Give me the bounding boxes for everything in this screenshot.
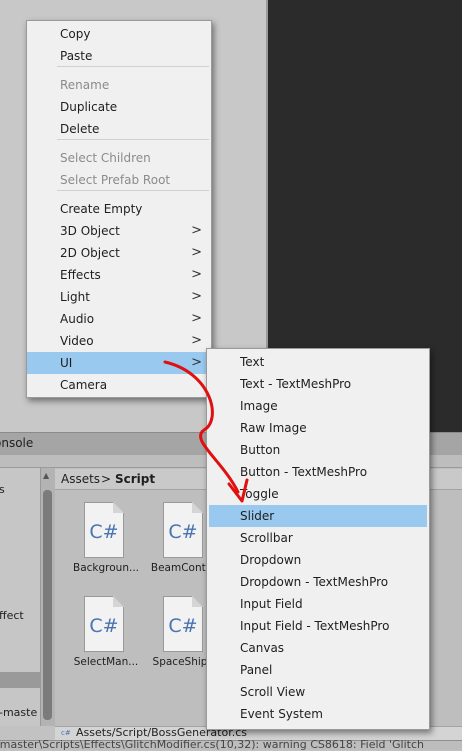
menu-item-paste[interactable]: Paste <box>27 45 211 67</box>
breadcrumb-script[interactable]: Script <box>115 472 155 486</box>
submenu-item-label: Slider <box>240 509 275 523</box>
submenu-item-text-textmeshpro[interactable]: Text - TextMeshPro <box>207 373 429 395</box>
chevron-right-icon: > <box>191 355 202 370</box>
submenu-item-text[interactable]: Text <box>207 351 429 373</box>
breadcrumb-separator: > <box>101 472 112 486</box>
chevron-right-icon: > <box>191 267 202 282</box>
menu-item-label: Paste <box>60 49 93 63</box>
menu-item-create-empty[interactable]: Create Empty <box>27 198 211 220</box>
scroll-up-icon[interactable]: ▲ <box>43 471 49 480</box>
menu-item-label: Audio <box>60 312 95 326</box>
folder-tree-selection <box>0 672 40 688</box>
ui-submenu: Text Text - TextMeshPro Image Raw Image Butt… <box>206 348 430 730</box>
csharp-script-icon: C# <box>84 596 124 652</box>
csharp-script-icon: C# <box>84 502 124 558</box>
submenu-item-image[interactable]: Image <box>207 395 429 417</box>
submenu-item-label: Panel <box>240 663 273 677</box>
tab-console[interactable]: onsole <box>0 436 33 450</box>
chevron-right-icon: > <box>191 289 202 304</box>
submenu-item-canvas[interactable]: Canvas <box>207 637 429 659</box>
folder-tree-item[interactable]: s <box>0 483 5 496</box>
asset-name: SelectMan... <box>73 656 139 668</box>
menu-item-label: Camera <box>60 378 108 392</box>
menu-item-label: Rename <box>60 78 110 92</box>
submenu-item-event-system[interactable]: Event System <box>207 703 429 725</box>
menu-item-label: Video <box>60 334 94 348</box>
submenu-item-label: Scroll View <box>240 685 306 699</box>
hierarchy-context-menu: Copy Paste Rename Duplicate Delete Select Chi… <box>26 20 212 398</box>
csharp-file-icon: c# <box>61 729 71 737</box>
menu-item-label: Delete <box>60 122 100 136</box>
menu-item-label: Copy <box>60 27 91 41</box>
menu-item-select-children[interactable]: Select Children <box>27 147 211 169</box>
menu-item-label: 2D Object <box>60 246 120 260</box>
menu-item-label: Duplicate <box>60 100 118 114</box>
asset-file[interactable]: C# SelectMan... <box>70 596 142 680</box>
console-status-message[interactable]: r-master\Scripts\Effects\GlitchModifier.… <box>0 738 424 751</box>
menu-item-label: Light <box>60 290 90 304</box>
asset-name: Backgroun... <box>73 562 139 574</box>
submenu-item-input-field-textmeshpro[interactable]: Input Field - TextMeshPro <box>207 615 429 637</box>
menu-item-label: 3D Object <box>60 224 120 238</box>
submenu-item-slider[interactable]: Slider <box>209 505 427 527</box>
menu-item-label: Create Empty <box>60 202 143 216</box>
menu-item-ui[interactable]: UI > <box>27 352 211 374</box>
submenu-item-label: Button - TextMeshPro <box>240 465 368 479</box>
menu-item-select-prefab-root[interactable]: Select Prefab Root <box>27 169 211 191</box>
menu-item-copy[interactable]: Copy <box>27 23 211 45</box>
submenu-item-button[interactable]: Button <box>207 439 429 461</box>
submenu-item-label: Event System <box>240 707 323 721</box>
menu-item-label: Select Prefab Root <box>60 173 171 187</box>
menu-item-label: UI <box>60 356 73 370</box>
menu-item-label: Select Children <box>60 151 151 165</box>
menu-item-delete[interactable]: Delete <box>27 118 211 140</box>
menu-item-rename[interactable]: Rename <box>27 74 211 96</box>
menu-item-video[interactable]: Video > <box>27 330 211 352</box>
submenu-item-label: Input Field - TextMeshPro <box>240 619 390 633</box>
chevron-right-icon: > <box>191 311 202 326</box>
breadcrumb-assets[interactable]: Assets <box>61 472 100 486</box>
submenu-item-label: Button <box>240 443 281 457</box>
menu-item-2d-object[interactable]: 2D Object > <box>27 242 211 264</box>
submenu-item-label: Dropdown - TextMeshPro <box>240 575 389 589</box>
submenu-item-dropdown-textmeshpro[interactable]: Dropdown - TextMeshPro <box>207 571 429 593</box>
menu-item-camera[interactable]: Camera <box>27 374 211 396</box>
scrollbar-thumb[interactable] <box>43 490 52 720</box>
submenu-item-label: Toggle <box>240 487 279 501</box>
folder-tree-item[interactable]: ffect <box>0 609 24 622</box>
menu-item-audio[interactable]: Audio > <box>27 308 211 330</box>
submenu-item-label: Dropdown <box>240 553 302 567</box>
submenu-item-label: Raw Image <box>240 421 307 435</box>
chevron-right-icon: > <box>191 245 202 260</box>
csharp-script-icon: C# <box>163 596 203 652</box>
menu-item-label: Effects <box>60 268 101 282</box>
menu-item-3d-object[interactable]: 3D Object > <box>27 220 211 242</box>
menu-item-duplicate[interactable]: Duplicate <box>27 96 211 118</box>
submenu-item-scroll-view[interactable]: Scroll View <box>207 681 429 703</box>
submenu-item-button-textmeshpro[interactable]: Button - TextMeshPro <box>207 461 429 483</box>
csharp-script-icon: C# <box>163 502 203 558</box>
submenu-item-label: Scrollbar <box>240 531 293 545</box>
submenu-item-dropdown[interactable]: Dropdown <box>207 549 429 571</box>
submenu-item-label: Image <box>240 399 278 413</box>
menu-item-effects[interactable]: Effects > <box>27 264 211 286</box>
submenu-item-input-field[interactable]: Input Field <box>207 593 429 615</box>
chevron-right-icon: > <box>191 223 202 238</box>
chevron-right-icon: > <box>191 333 202 348</box>
submenu-item-label: Canvas <box>240 641 285 655</box>
submenu-item-toggle[interactable]: Toggle <box>207 483 429 505</box>
submenu-item-raw-image[interactable]: Raw Image <box>207 417 429 439</box>
submenu-item-label: Input Field <box>240 597 303 611</box>
submenu-item-scrollbar[interactable]: Scrollbar <box>207 527 429 549</box>
menu-item-light[interactable]: Light > <box>27 286 211 308</box>
submenu-item-label: Text - TextMeshPro <box>240 377 352 391</box>
folder-tree-item[interactable]: -maste <box>0 706 37 719</box>
submenu-item-panel[interactable]: Panel <box>207 659 429 681</box>
asset-file[interactable]: C# Backgroun... <box>70 502 142 586</box>
submenu-item-label: Text <box>240 355 265 369</box>
